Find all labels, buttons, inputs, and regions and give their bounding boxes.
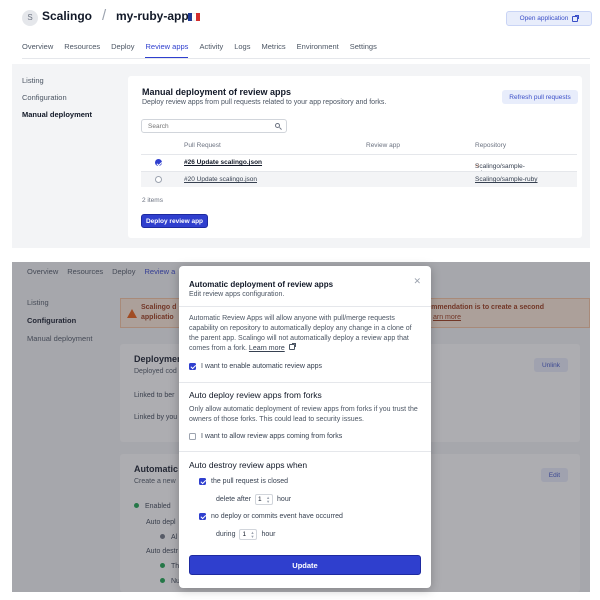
checkbox-icon[interactable] (189, 433, 196, 440)
nav-divider (22, 58, 590, 59)
app-name[interactable]: my-ruby-app (116, 9, 189, 23)
tab-logs[interactable]: Logs (234, 42, 250, 58)
forks-heading: Auto deploy review apps from forks (189, 390, 322, 400)
deploy-review-app-button[interactable]: Deploy review app (141, 214, 208, 228)
delete-after-stepper[interactable]: 1 ▲ ▼ (255, 494, 274, 505)
tab-resources[interactable]: Resources (64, 42, 100, 58)
sidebar-item-configuration[interactable]: Configuration (22, 93, 92, 102)
modal-title: Automatic deployment of review apps (189, 280, 334, 289)
sidebar-item-manual-deployment[interactable]: Manual deployment (22, 110, 92, 119)
tab-review-apps[interactable]: Review apps (145, 42, 189, 58)
column-repository: Repository (475, 142, 507, 149)
no-deploy-label: no deploy or commits event have occurred (211, 513, 343, 520)
tab-overview[interactable]: Overview (22, 42, 53, 58)
during-stepper[interactable]: 1 ▲ ▼ (239, 529, 258, 540)
org-name[interactable]: Scalingo (42, 9, 92, 23)
delete-after-unit: hour (277, 496, 292, 503)
divider (179, 382, 431, 383)
manual-deployment-card: Manual deployment of review apps Deploy … (128, 76, 582, 238)
pull-request-link[interactable]: #26 Update scalingo.json (184, 159, 262, 166)
stepper-arrows-icon[interactable]: ▲ ▼ (251, 530, 255, 539)
search-icon[interactable] (275, 123, 280, 128)
sidebar-item-listing[interactable]: Listing (22, 76, 92, 85)
items-count: 2 items (142, 197, 163, 204)
tab-deploy[interactable]: Deploy (111, 42, 134, 58)
destroy-heading: Auto destroy review apps when (189, 460, 308, 470)
tab-settings[interactable]: Settings (350, 42, 377, 58)
column-review-app: Review app (366, 142, 400, 149)
automatic-deployment-modal: ✕ Automatic deployment of review apps Ed… (179, 266, 431, 588)
during-field: during 1 ▲ ▼ hour (216, 529, 275, 540)
open-application-button[interactable]: Open application (506, 11, 592, 26)
tab-activity[interactable]: Activity (199, 42, 223, 58)
pr-closed-checkbox[interactable]: the pull request is closed (199, 478, 288, 485)
table-header: Pull Request Review app Repository (141, 142, 577, 154)
pr-closed-label: the pull request is closed (211, 478, 289, 485)
table-row[interactable]: #26 Update scalingo.json ⑂ Scalingo/sampl… (141, 154, 577, 177)
no-deploy-checkbox[interactable]: no deploy or commits event have occurred (199, 513, 343, 520)
repository-link[interactable]: Scalingo/sample-ruby (475, 176, 538, 183)
card-title: Manual deployment of review apps (142, 87, 292, 97)
review-apps-sidebar: Listing Configuration Manual deployment (22, 76, 92, 127)
divider (179, 306, 431, 307)
breadcrumb-separator: / (102, 7, 107, 24)
during-value[interactable]: 1 (242, 531, 246, 538)
delete-after-label: delete after (216, 496, 252, 503)
table-row[interactable]: #20 Update scalingo.json Scalingo/sample… (141, 171, 577, 187)
open-application-label: Open application (519, 15, 569, 22)
allow-forks-checkbox[interactable]: I want to allow review apps coming from … (189, 433, 342, 440)
during-unit: hour (261, 531, 276, 538)
modal-description: Automatic Review Apps will allow anyone … (189, 314, 423, 354)
enable-automatic-label: I want to enable automatic review apps (201, 363, 323, 370)
pull-request-link[interactable]: #20 Update scalingo.json (184, 176, 257, 183)
checkbox-checked-icon[interactable] (189, 363, 196, 370)
forks-description: Only allow automatic deployment of revie… (189, 406, 418, 423)
description-text: Automatic Review Apps will allow anyone … (189, 315, 412, 352)
during-label: during (216, 531, 236, 538)
app-header: S Scalingo / my-ruby-app Open applicatio… (12, 0, 592, 64)
checkbox-checked-icon[interactable] (199, 513, 206, 520)
divider (179, 451, 431, 452)
app-nav: Overview Resources Deploy Review apps Ac… (22, 42, 377, 58)
row-radio[interactable] (155, 176, 162, 183)
card-subtitle: Deploy review apps from pull requests re… (142, 99, 387, 106)
search-input[interactable] (141, 119, 287, 133)
refresh-pull-requests-button[interactable]: Refresh pull requests (502, 90, 578, 104)
tab-environment[interactable]: Environment (297, 42, 339, 58)
delete-after-value[interactable]: 1 (258, 496, 262, 503)
modal-subtitle: Edit review apps configuration. (189, 291, 285, 298)
checkbox-checked-icon[interactable] (199, 478, 206, 485)
enable-automatic-checkbox[interactable]: I want to enable automatic review apps (189, 363, 322, 370)
stepper-arrows-icon[interactable]: ▲ ▼ (266, 495, 270, 504)
learn-more-link[interactable]: Learn more (249, 345, 285, 352)
allow-forks-label: I want to allow review apps coming from … (201, 433, 343, 440)
delete-after-field: delete after 1 ▲ ▼ hour (216, 494, 291, 505)
close-icon[interactable]: ✕ (413, 276, 421, 287)
france-flag-icon (188, 13, 200, 21)
column-pull-request: Pull Request (184, 142, 221, 149)
avatar[interactable]: S (22, 10, 38, 26)
tab-metrics[interactable]: Metrics (261, 42, 285, 58)
external-link-icon (572, 14, 580, 22)
external-link-icon (288, 343, 296, 350)
update-button[interactable]: Update (189, 555, 421, 575)
row-radio-selected[interactable] (155, 159, 162, 166)
manual-deployment-screen: S Scalingo / my-ruby-app Open applicatio… (12, 0, 592, 248)
